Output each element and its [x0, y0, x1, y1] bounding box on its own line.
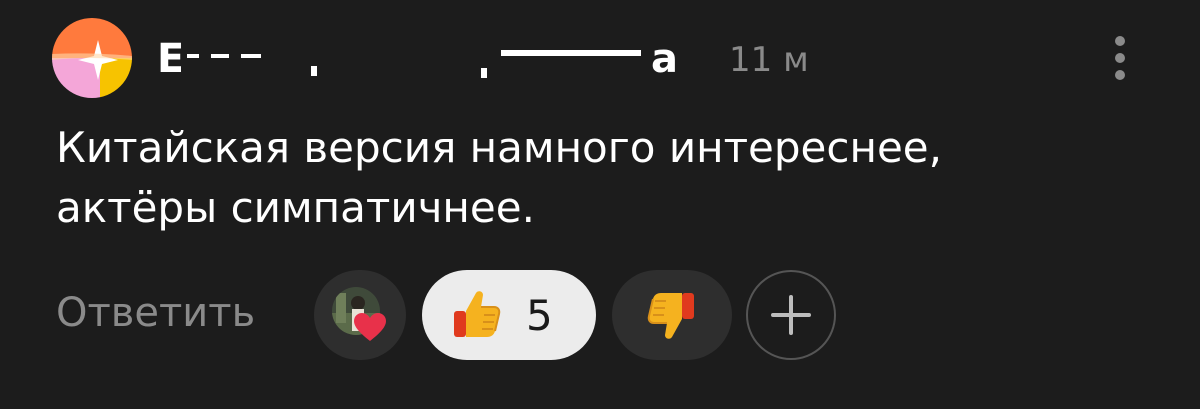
plus-icon	[771, 295, 811, 335]
redaction-mark	[241, 54, 261, 58]
comment-text-line: актёры симпатичнее.	[56, 183, 535, 232]
comment: Е а 11 м Китайская версия намного интере…	[0, 0, 1200, 409]
reply-button[interactable]: Ответить	[56, 290, 255, 336]
thumbs-down-icon	[647, 293, 694, 339]
author-name[interactable]: Е а	[157, 36, 678, 86]
comment-text: Китайская версия намного интереснее, акт…	[56, 118, 1156, 238]
comment-header: Е а 11 м	[157, 34, 809, 86]
author-heart-reaction[interactable]	[314, 270, 406, 360]
add-reaction-button[interactable]	[746, 270, 836, 360]
vertical-dots-icon	[1115, 36, 1125, 46]
thumbs-up-icon	[454, 291, 501, 337]
redaction-mark	[187, 54, 199, 58]
redaction-mark	[311, 66, 317, 76]
name-redaction	[181, 36, 651, 86]
author-name-end: а	[651, 36, 679, 82]
comment-text-line: Китайская версия намного интереснее,	[56, 123, 942, 172]
redaction-mark	[501, 50, 641, 56]
more-options-button[interactable]	[1112, 36, 1128, 80]
vertical-dots-icon	[1115, 53, 1125, 63]
timestamp: 11 м	[729, 40, 809, 80]
avatar[interactable]	[52, 18, 132, 98]
redaction-mark	[211, 54, 229, 58]
dislike-button[interactable]	[612, 270, 732, 360]
vertical-dots-icon	[1115, 70, 1125, 80]
like-count: 5	[526, 290, 553, 340]
avatar-image	[52, 18, 132, 98]
author-heart-badge	[332, 287, 386, 341]
like-button[interactable]: 5	[422, 270, 596, 360]
redaction-mark	[481, 68, 487, 78]
